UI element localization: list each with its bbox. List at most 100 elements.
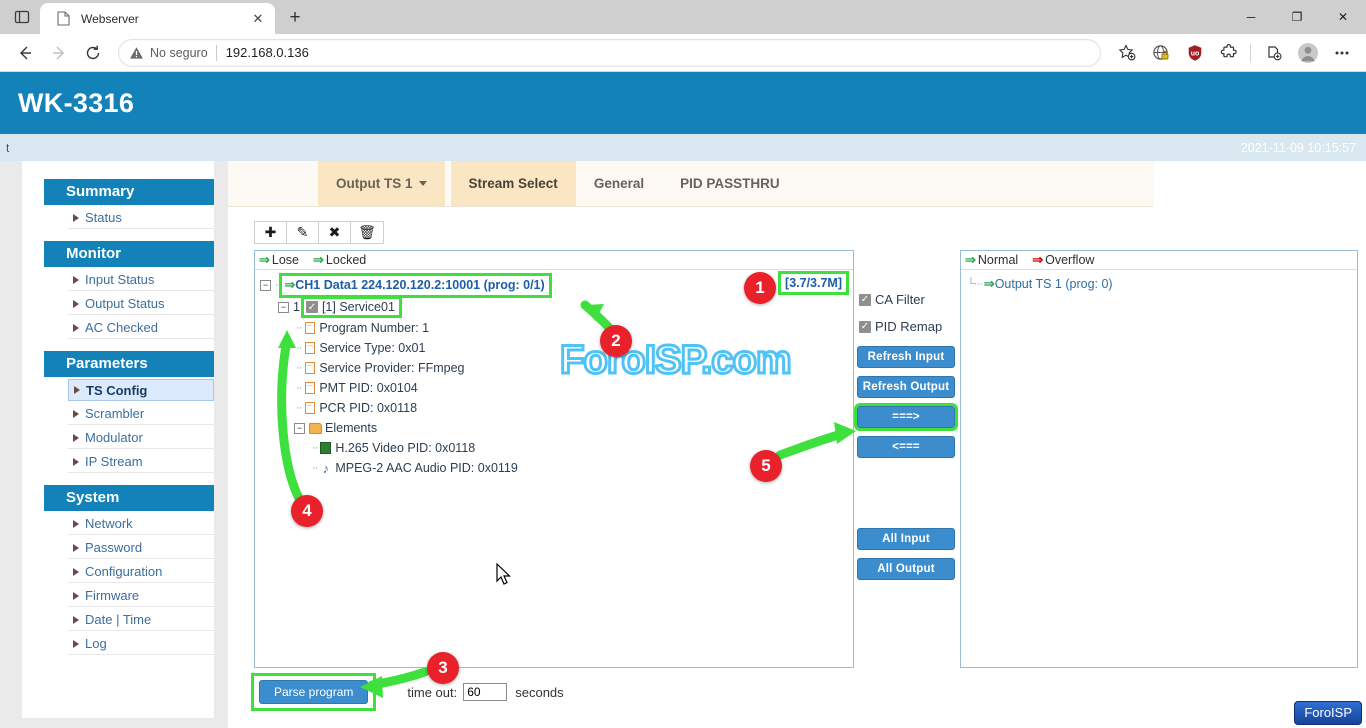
watermark: ForoISP.com: [560, 338, 791, 383]
chevron-right-icon: [73, 300, 79, 308]
sidebar-item-ac-checked[interactable]: AC Checked: [68, 317, 214, 339]
close-icon[interactable]: ✕: [247, 8, 269, 30]
ublock-icon[interactable]: uo: [1179, 38, 1211, 68]
parse-program-button[interactable]: Parse program: [259, 680, 368, 704]
tree-connector: ··: [296, 402, 301, 414]
legend-normal-label: Normal: [978, 253, 1018, 267]
tab-label: Output TS 1: [336, 176, 413, 191]
ca-filter-row[interactable]: ✓ CA Filter: [854, 292, 958, 307]
minimize-icon[interactable]: ─: [1228, 0, 1274, 34]
forward-icon[interactable]: [42, 38, 76, 68]
annotation-badge-2: 2: [600, 325, 632, 357]
sidebar-item-label: Password: [85, 540, 142, 555]
document-icon: [303, 341, 316, 355]
sidebar-item-output-status[interactable]: Output Status: [68, 293, 214, 315]
new-tab-button[interactable]: +: [280, 3, 310, 33]
legend-lose: ⇒ Lose: [259, 252, 299, 268]
tree-row-property[interactable]: ··Program Number: 1: [260, 318, 853, 338]
document-icon: [303, 361, 316, 375]
property-label: PCR PID: 0x0118: [319, 401, 417, 415]
sidebar-items: TS ConfigScramblerModulatorIP Stream: [22, 379, 214, 473]
ca-filter-checkbox[interactable]: ✓: [859, 294, 871, 306]
sidebar-item-network[interactable]: Network: [68, 513, 214, 535]
sidebar-item-firmware[interactable]: Firmware: [68, 585, 214, 607]
sidebar-item-log[interactable]: Log: [68, 633, 214, 655]
chevron-down-icon[interactable]: [419, 181, 427, 186]
globe-lock-icon[interactable]: [1145, 38, 1177, 68]
back-icon[interactable]: [8, 38, 42, 68]
more-icon[interactable]: [1326, 38, 1358, 68]
input-legend: ⇒ Lose ⇒ Locked: [255, 251, 853, 270]
delete-icon[interactable]: 🗑: [351, 222, 383, 243]
tab-general[interactable]: General: [576, 161, 662, 206]
browser-tab[interactable]: Webserver ✕: [40, 3, 275, 34]
address-bar[interactable]: No seguro 192.168.0.136: [118, 39, 1101, 67]
sidebar-gap: [22, 339, 214, 351]
sidebar-items: Network Password Configuration FirmwareDate…: [22, 513, 214, 655]
sidebar-gap: [22, 655, 214, 667]
ca-filter-label: CA Filter: [875, 292, 925, 307]
element-label: H.265 Video PID: 0x0118: [335, 441, 475, 455]
tab-output-ts-1[interactable]: Output TS 1: [318, 161, 445, 206]
edit-icon[interactable]: ✎: [287, 222, 319, 243]
property-label: PMT PID: 0x0104: [319, 381, 417, 395]
service-checkbox[interactable]: ✓: [306, 301, 318, 313]
tree-row-output-ts[interactable]: └··· ⇒ Output TS 1 (prog: 0): [967, 274, 1357, 294]
move-left-button[interactable]: <===: [857, 436, 955, 458]
all-output-button[interactable]: All Output: [857, 558, 955, 580]
arrow-right-icon: ⇒: [984, 276, 995, 292]
channel-label: CH1 Data1 224.120.120.2:10001 (prog: 0/1…: [295, 278, 544, 292]
tab-pid-passthru[interactable]: PID PASSTHRU: [662, 161, 798, 206]
legend-lose-label: Lose: [272, 253, 299, 267]
collapse-toggle-icon[interactable]: −: [260, 280, 271, 291]
app-body: SummaryStatusMonitorInput StatusOutput S…: [0, 161, 1366, 728]
app-sub-bar: t 2021-11-09 10:15:57: [0, 134, 1366, 161]
service-label: [1] Service01: [322, 300, 395, 314]
timeout-input[interactable]: [463, 683, 507, 701]
chevron-right-icon: [73, 640, 79, 648]
refresh-output-button[interactable]: Refresh Output: [857, 376, 955, 398]
sidebar-item-status[interactable]: Status: [68, 207, 214, 229]
sidebar-item-date-time[interactable]: Date | Time: [68, 609, 214, 631]
add-icon[interactable]: ✚: [255, 222, 287, 243]
collections-icon[interactable]: [1258, 38, 1290, 68]
reload-icon[interactable]: [76, 38, 110, 68]
pid-remap-label: PID Remap: [875, 319, 942, 334]
all-input-button[interactable]: All Input: [857, 528, 955, 550]
profile-icon[interactable]: [1292, 38, 1324, 68]
window-controls: ─ ❐ ✕: [1228, 0, 1366, 34]
chevron-right-icon: [73, 458, 79, 466]
pid-remap-row[interactable]: ✓ PID Remap: [854, 319, 958, 334]
window-close-icon[interactable]: ✕: [1320, 0, 1366, 34]
tree-row-elements[interactable]: − Elements: [260, 418, 853, 438]
collapse-toggle-icon[interactable]: −: [278, 302, 289, 313]
legend-normal: ⇒ Normal: [965, 252, 1018, 268]
collapse-toggle-icon[interactable]: −: [294, 423, 305, 434]
sidebar-item-label: Configuration: [85, 564, 162, 579]
refresh-input-button[interactable]: Refresh Input: [857, 346, 955, 368]
sidebar-item-ip-stream[interactable]: IP Stream: [68, 451, 214, 473]
maximize-icon[interactable]: ❐: [1274, 0, 1320, 34]
move-right-button[interactable]: ===>: [857, 406, 955, 428]
timestamp: 2021-11-09 10:15:57: [1241, 141, 1356, 155]
tree-connector: ··: [312, 462, 317, 474]
annotation-badge-3: 3: [427, 652, 459, 684]
sidebar-item-scrambler[interactable]: Scrambler: [68, 403, 214, 425]
sidebar-item-modulator[interactable]: Modulator: [68, 427, 214, 449]
star-add-icon[interactable]: [1111, 38, 1143, 68]
sidebar-gap: [22, 473, 214, 485]
tree-row-property[interactable]: ·· PCR PID: 0x0118: [260, 398, 853, 418]
element-label: MPEG-2 AAC Audio PID: 0x0119: [335, 461, 518, 475]
sidebar-item-password[interactable]: Password: [68, 537, 214, 559]
arrow-right-icon: ⇒: [284, 277, 295, 292]
sidebar-item-configuration[interactable]: Configuration: [68, 561, 214, 583]
tree-connector: ··: [296, 362, 301, 374]
sidebar-item-input-status[interactable]: Input Status: [68, 269, 214, 291]
extensions-icon[interactable]: [1213, 38, 1245, 68]
tab-stream-select[interactable]: Stream Select: [451, 161, 576, 206]
tab-list-icon[interactable]: [4, 1, 40, 33]
sidebar-item-label: Network: [85, 516, 133, 531]
remove-icon[interactable]: ✖: [319, 222, 351, 243]
pid-remap-checkbox[interactable]: ✓: [859, 321, 871, 333]
sidebar-item-ts-config[interactable]: TS Config: [68, 379, 214, 401]
